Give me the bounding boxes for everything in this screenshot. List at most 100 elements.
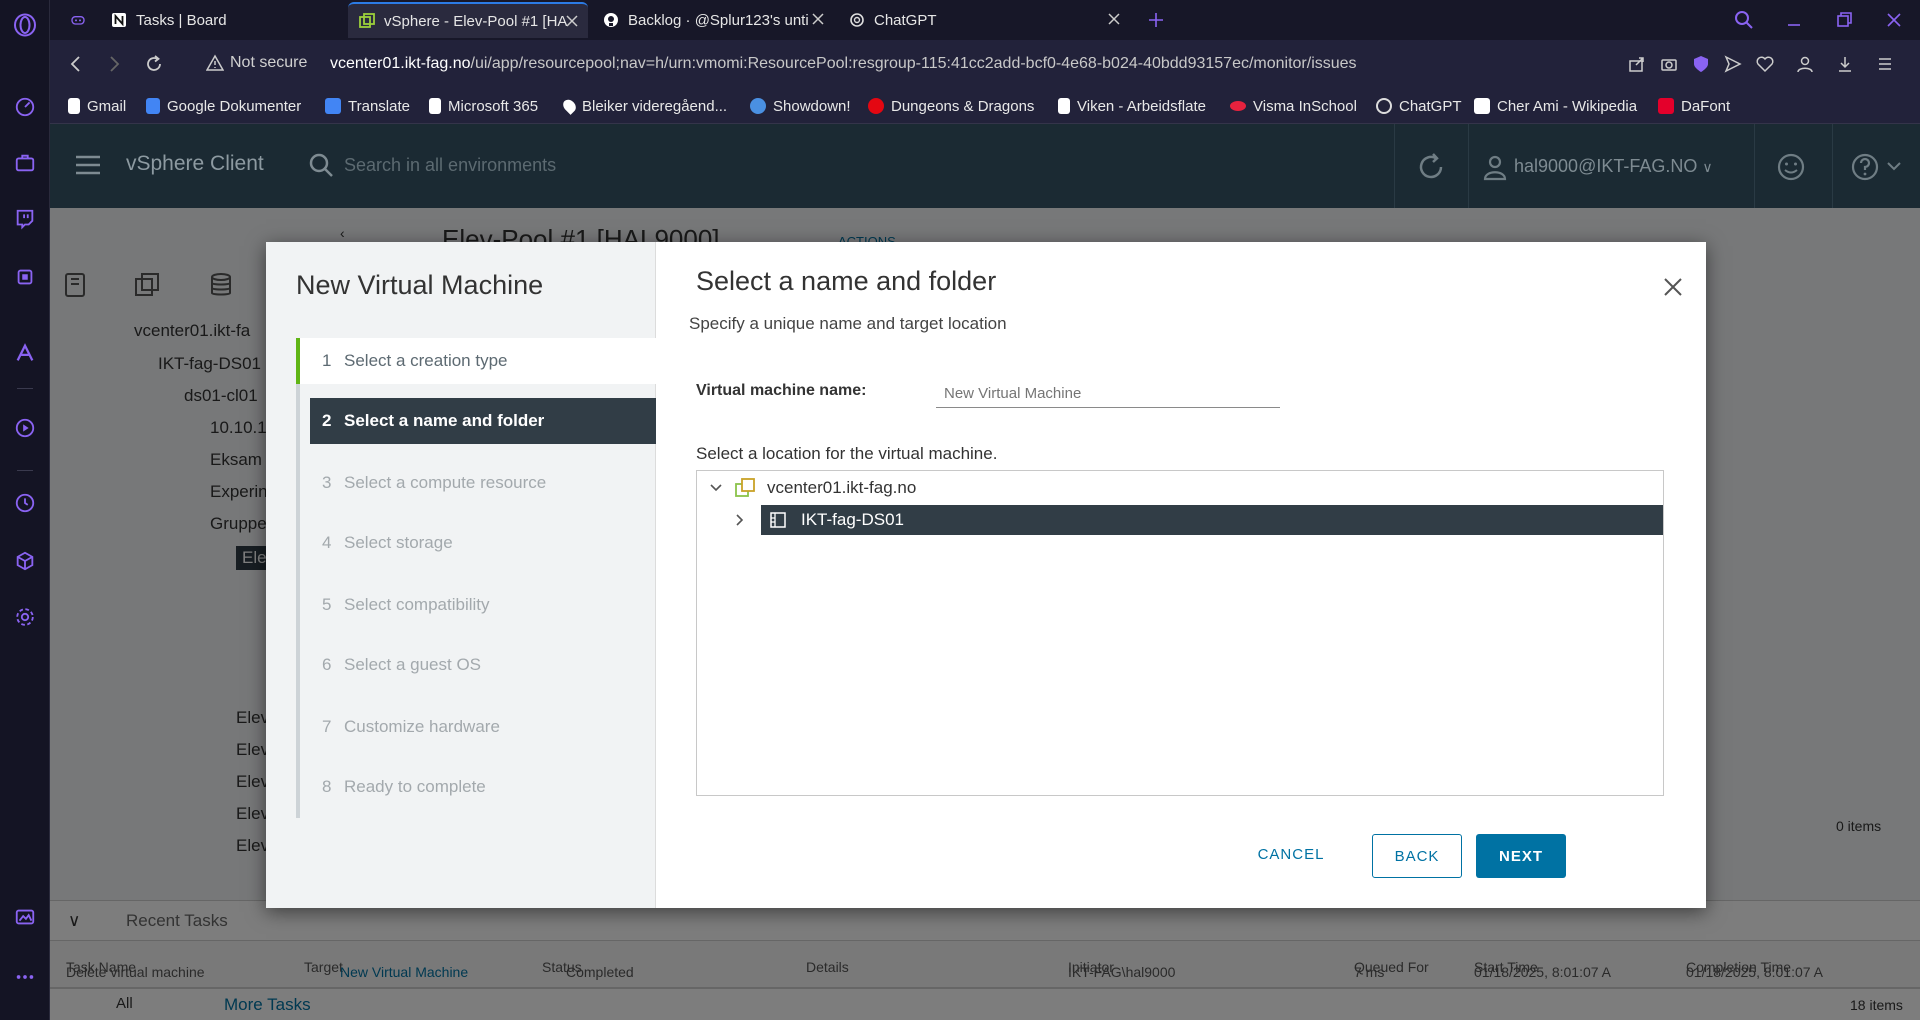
history-icon[interactable] [12, 490, 38, 516]
bookmark-viken[interactable]: Viken - Arbeidsflate [1058, 96, 1206, 116]
document-icon [68, 98, 80, 114]
step-storage: 4 Select storage [300, 520, 656, 566]
vm-name-input[interactable] [936, 380, 1280, 408]
restore-icon[interactable] [1830, 6, 1858, 34]
user-menu[interactable]: hal9000@IKT-FAG.NO ∨ [1514, 156, 1713, 177]
tab-vsphere[interactable]: vSphere - Elev-Pool #1 [HA [348, 2, 588, 38]
global-search-input[interactable]: Search in all environments [344, 155, 556, 176]
security-indicator[interactable]: Not secure [206, 54, 307, 72]
header-divider [1832, 124, 1833, 208]
forward-arrow-icon[interactable] [102, 52, 126, 76]
tab-title: Tasks | Board [136, 11, 227, 29]
bookmark-dafont[interactable]: DaFont [1658, 96, 1730, 116]
speed-dial-icon[interactable] [12, 94, 38, 120]
sidebar-separator [17, 470, 33, 471]
workspace-icon[interactable] [60, 2, 96, 38]
step-name-folder[interactable]: 2 Select a name and folder [310, 398, 656, 444]
step-creation-type[interactable]: 1 Select a creation type [296, 338, 656, 384]
document-icon [429, 98, 441, 114]
bookmark-label: Cher Ami - Wikipedia [1497, 97, 1638, 115]
bookmark-label: Visma InSchool [1253, 97, 1357, 115]
tab-github-backlog[interactable]: Backlog · @Splur123's unti [592, 2, 834, 38]
vsphere-header: vSphere Client Search in all environment… [50, 124, 1920, 208]
cancel-button[interactable]: CANCEL [1226, 832, 1356, 876]
bookmark-showdown[interactable]: Showdown! [750, 96, 851, 116]
tab-bar: Tasks | Board vSphere - Elev-Pool #1 [HA… [50, 0, 1920, 40]
back-button[interactable]: BACK [1372, 834, 1462, 878]
heart-icon[interactable] [1754, 53, 1776, 75]
new-tab-plus-icon[interactable] [1142, 6, 1170, 34]
chevron-right-icon[interactable] [731, 505, 759, 535]
close-tab-icon[interactable] [564, 13, 580, 29]
more-icon[interactable] [12, 964, 38, 990]
bookmark-google-docs[interactable]: Google Dokumenter [146, 96, 301, 116]
smiley-feedback-icon[interactable] [1776, 152, 1806, 182]
send-icon[interactable] [1722, 53, 1744, 75]
back-arrow-icon[interactable] [64, 52, 88, 76]
settings-icon[interactable] [12, 604, 38, 630]
twitch-icon[interactable] [12, 206, 38, 232]
profile-icon[interactable] [1794, 53, 1816, 75]
bookmark-dnd[interactable]: Dungeons & Dragons [868, 96, 1034, 116]
translate-icon [325, 98, 341, 114]
tab-title: vSphere - Elev-Pool #1 [HA [384, 12, 568, 30]
refresh-icon[interactable] [1416, 152, 1446, 182]
user-icon[interactable] [1480, 152, 1510, 182]
url-field[interactable]: vcenter01.ikt-fag.no/ui/app/resourcepool… [330, 55, 1357, 73]
step-number: 4 [322, 533, 332, 552]
download-icon[interactable] [1834, 53, 1856, 75]
share-icon[interactable] [1626, 53, 1648, 75]
close-tab-icon[interactable] [810, 11, 826, 27]
help-icon[interactable] [1850, 152, 1880, 182]
search-tabs-icon[interactable] [1730, 6, 1758, 34]
minimize-icon[interactable] [1780, 6, 1808, 34]
chevron-down-icon[interactable] [1884, 156, 1904, 186]
close-window-icon[interactable] [1880, 6, 1908, 34]
bookmark-bleiker[interactable]: Bleiker videregåend... [560, 96, 727, 116]
url-host: vcenter01.ikt-fag.no [330, 55, 471, 72]
tree-node-label: IKT-fag-DS01 [801, 510, 904, 529]
wizard-content: Select a name and folder Specify a uniqu… [656, 242, 1706, 908]
step-compute-resource: 3 Select a compute resource [300, 460, 656, 506]
chip-icon[interactable] [12, 264, 38, 290]
cube-icon[interactable] [12, 548, 38, 574]
bookmark-chatgpt[interactable]: ChatGPT [1376, 96, 1462, 116]
player-icon[interactable] [12, 415, 38, 441]
bookmark-label: Dungeons & Dragons [891, 97, 1035, 115]
search-icon[interactable] [308, 152, 334, 178]
close-icon[interactable] [1662, 276, 1684, 298]
bookmark-gmail[interactable]: Gmail [68, 96, 126, 116]
aria-icon[interactable] [12, 340, 38, 366]
gallery-icon[interactable] [12, 904, 38, 930]
security-label: Not secure [230, 54, 308, 71]
menu-lines-icon[interactable] [1874, 53, 1896, 75]
google-docs-icon [146, 98, 160, 114]
briefcase-icon[interactable] [12, 150, 38, 176]
warning-triangle-icon [206, 54, 224, 72]
wizard-title: New Virtual Machine [296, 270, 544, 300]
step-number: 3 [322, 473, 332, 492]
tree-node-vcenter[interactable]: vcenter01.ikt-fag.no [707, 473, 1647, 503]
wizard-step-list: 1 Select a creation type 2 Select a name a… [296, 338, 656, 818]
bookmark-wikipedia[interactable]: Cher Ami - Wikipedia [1474, 96, 1637, 116]
location-tree: vcenter01.ikt-fag.no IKT-fag-DS01 [696, 470, 1664, 796]
opera-logo-icon[interactable] [12, 12, 38, 38]
tab-chatgpt[interactable]: ChatGPT [838, 2, 1130, 38]
vsphere-icon [358, 12, 376, 30]
step-guest-os: 6 Select a guest OS [300, 642, 656, 688]
page-title: Select a name and folder [696, 266, 997, 296]
step-number: 6 [322, 655, 332, 674]
vpn-shield-icon[interactable] [1690, 53, 1712, 75]
bookmark-microsoft-365[interactable]: Microsoft 365 [429, 96, 538, 116]
camera-icon[interactable] [1658, 53, 1680, 75]
next-button[interactable]: NEXT [1476, 834, 1566, 878]
chevron-down-icon[interactable] [707, 479, 725, 497]
step-ready-to-complete: 8 Ready to complete [300, 764, 656, 810]
bookmark-visma[interactable]: Visma InSchool [1230, 96, 1357, 116]
close-tab-icon[interactable] [1106, 11, 1122, 27]
step-label: Customize hardware [344, 717, 500, 736]
reload-icon[interactable] [142, 52, 166, 76]
tree-node-datacenter[interactable]: IKT-fag-DS01 [761, 505, 1663, 535]
hamburger-menu-icon[interactable] [75, 154, 101, 176]
bookmark-translate[interactable]: Translate [325, 96, 410, 116]
